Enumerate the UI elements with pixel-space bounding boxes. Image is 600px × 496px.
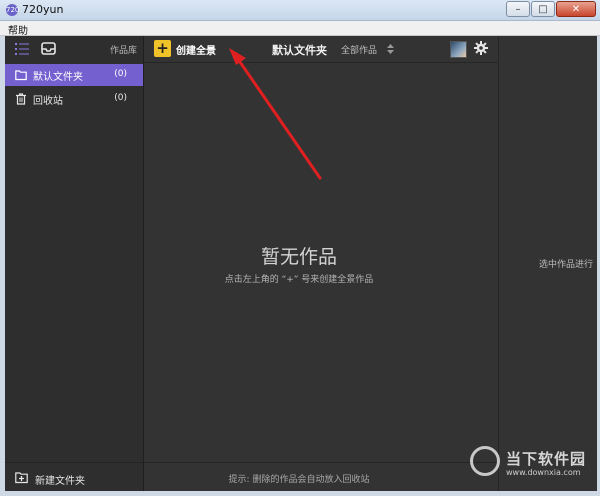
new-folder-button[interactable]: 新建文件夹 [5, 462, 143, 492]
maximize-button[interactable]: □ [531, 1, 555, 17]
main-panel: + 创建全景 默认文件夹 全部作品 暂无作品 点击左上角的 “+” 号来创建全景… [144, 36, 498, 491]
sidebar-item-count: (0) [114, 93, 127, 103]
window-controls: – □ ✕ [505, 1, 596, 17]
plus-icon: + [154, 40, 171, 57]
sidebar: 作品库 默认文件夹 (0) 回收站 (0) 新建文件夹 [5, 36, 144, 491]
footer-hint: 提示: 删除的作品会自动放入回收站 [228, 475, 370, 485]
new-folder-label: 新建文件夹 [35, 476, 85, 487]
sidebar-item-label: 回收站 [33, 96, 63, 107]
window-title: 720yun [22, 3, 64, 16]
add-folder-icon [15, 472, 28, 484]
list-view-icon[interactable] [15, 42, 29, 56]
gear-icon[interactable] [474, 41, 488, 55]
menu-bar: 帮助 [0, 21, 600, 37]
library-label: 作品库 [109, 46, 137, 56]
toolbar: + 创建全景 默认文件夹 全部作品 [144, 36, 498, 63]
create-panorama-label: 创建全景 [176, 46, 216, 57]
folder-icon [15, 70, 27, 81]
sidebar-item-label: 默认文件夹 [33, 72, 83, 83]
window-titlebar: 720 720yun – □ ✕ [0, 0, 600, 21]
close-button[interactable]: ✕ [556, 1, 596, 17]
trash-icon [16, 93, 26, 105]
details-panel: 选中作品进行 [498, 36, 597, 491]
watermark-url: www.downxia.com [506, 468, 581, 477]
watermark-circle-icon [470, 446, 500, 476]
minimize-button[interactable]: – [506, 1, 530, 17]
watermark-name: 当下软件园 [506, 450, 587, 468]
inbox-icon[interactable] [41, 41, 56, 56]
menu-help[interactable]: 帮助 [8, 22, 28, 37]
empty-state-title: 暂无作品 [260, 246, 337, 268]
current-folder-title: 默认文件夹 [272, 44, 327, 57]
sidebar-item-recycle-bin[interactable]: 回收站 (0) [5, 88, 143, 110]
sidebar-item-default-folder[interactable]: 默认文件夹 (0) [5, 64, 143, 86]
sort-icon[interactable] [387, 44, 394, 54]
main-footer: 提示: 删除的作品会自动放入回收站 [144, 462, 498, 492]
create-panorama-button[interactable]: + 创建全景 [154, 40, 234, 58]
empty-state-subtitle: 点击左上角的 “+” 号来创建全景作品 [224, 275, 374, 285]
app-content: 作品库 默认文件夹 (0) 回收站 (0) 新建文件夹 + 创建全景 默认文件夹… [5, 36, 597, 491]
sidebar-header: 作品库 [5, 36, 143, 62]
filter-dropdown[interactable]: 全部作品 [341, 43, 377, 56]
details-hint: 选中作品进行 [539, 260, 594, 270]
avatar[interactable] [450, 41, 467, 58]
sidebar-item-count: (0) [114, 69, 127, 79]
app-icon: 720 [6, 4, 20, 16]
watermark-logo: 当下软件园 www.downxia.com [470, 446, 590, 490]
